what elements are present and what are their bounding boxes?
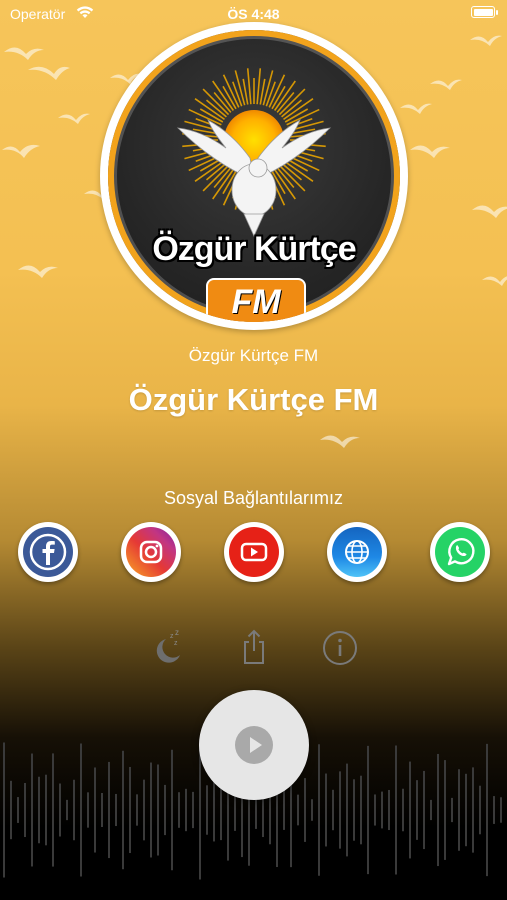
whatsapp-icon [447, 538, 475, 566]
bird-icon [18, 265, 58, 278]
instagram-icon [139, 540, 163, 564]
bird-icon [410, 145, 450, 158]
svg-text:z: z [174, 640, 178, 647]
bird-icon [400, 103, 432, 114]
sleep-timer-button[interactable]: z z z [146, 625, 190, 669]
svg-text:z: z [170, 633, 174, 640]
bird-icon [472, 205, 507, 218]
station-title: Özgür Kürtçe FM [128, 382, 379, 417]
globe-icon [345, 540, 369, 564]
station-subtitle: Özgür Kürtçe FM [188, 346, 319, 365]
youtube-button[interactable] [224, 522, 284, 582]
share-icon [244, 629, 264, 664]
bird-icon [470, 35, 502, 46]
bird-icon [2, 144, 40, 158]
info-button[interactable] [318, 625, 362, 669]
info-icon [323, 631, 357, 665]
play-button[interactable] [199, 690, 309, 800]
share-button[interactable] [232, 625, 276, 669]
website-button[interactable] [327, 522, 387, 582]
facebook-button[interactable] [18, 522, 78, 582]
instagram-button[interactable] [121, 522, 181, 582]
bird-icon [28, 66, 70, 80]
social-heading: Sosyal Bağlantılarımız [163, 488, 344, 508]
youtube-icon [240, 542, 268, 562]
bird-icon [430, 79, 462, 90]
bird-icon [482, 276, 507, 286]
svg-text:z: z [175, 628, 179, 637]
logo-badge: Özgür Kürtçe FM [108, 30, 400, 322]
logo-fm-text: FM [206, 278, 306, 322]
play-icon [235, 726, 273, 764]
bird-icon [58, 113, 90, 124]
bird-icon [4, 47, 44, 60]
bird-icon [320, 435, 360, 448]
station-logo: Özgür Kürtçe FM [100, 22, 408, 330]
facebook-icon [29, 533, 67, 571]
sleep-timer-icon: z z z [156, 628, 180, 663]
logo-name-text: Özgür Kürtçe [152, 230, 356, 268]
whatsapp-button[interactable] [430, 522, 490, 582]
